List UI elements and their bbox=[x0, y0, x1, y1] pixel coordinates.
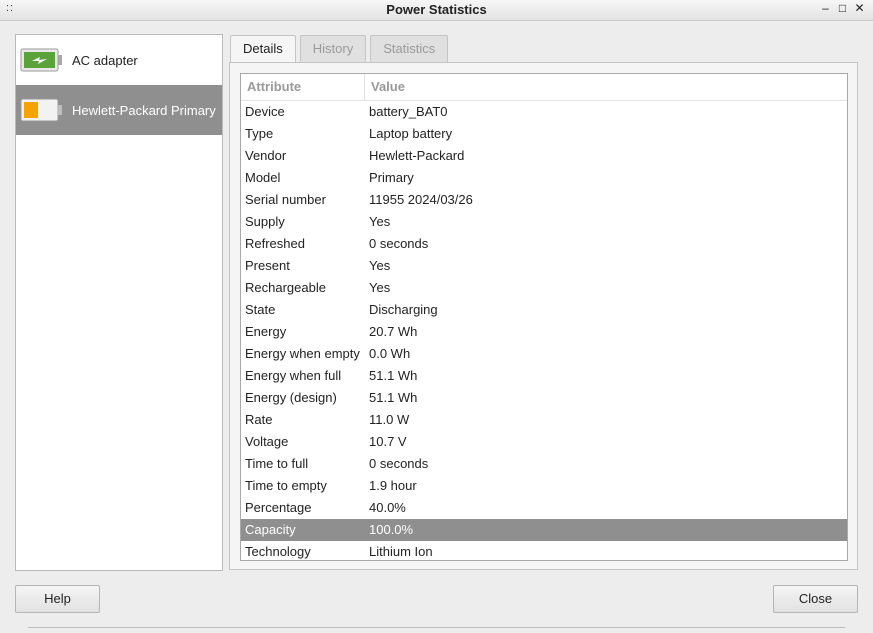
table-row[interactable]: Voltage 10.7 V bbox=[241, 431, 847, 453]
value-cell: Yes bbox=[369, 280, 391, 295]
value-cell: 0 seconds bbox=[369, 236, 429, 251]
ac-adapter-icon bbox=[20, 46, 64, 74]
attribute-cell: Type bbox=[245, 126, 274, 141]
close-window-icon[interactable]: ✕ bbox=[854, 1, 865, 15]
value-cell: 10.7 V bbox=[369, 434, 407, 449]
window-controls: ‒ □ ✕ bbox=[820, 1, 865, 15]
table-row[interactable]: Capacity 100.0% bbox=[241, 519, 847, 541]
maximize-icon[interactable]: □ bbox=[837, 1, 848, 15]
value-cell: Primary bbox=[369, 170, 414, 185]
table-row[interactable]: Present Yes bbox=[241, 255, 847, 277]
title-bar: :: Power Statistics ‒ □ ✕ bbox=[0, 0, 873, 21]
device-list: AC adapter Hewlett-Packard Primary bbox=[15, 34, 223, 571]
attribute-cell: Capacity bbox=[245, 522, 296, 537]
table-row[interactable]: Model Primary bbox=[241, 167, 847, 189]
value-cell: Lithium Ion bbox=[369, 544, 433, 559]
value-cell: 0.0 Wh bbox=[369, 346, 411, 361]
value-cell: Discharging bbox=[369, 302, 438, 317]
value-cell: Yes bbox=[369, 214, 391, 229]
table-row[interactable]: Energy when full 51.1 Wh bbox=[241, 365, 847, 387]
minimize-icon[interactable]: ‒ bbox=[820, 1, 831, 15]
table-row[interactable]: Refreshed 0 seconds bbox=[241, 233, 847, 255]
table-row[interactable]: Energy when empty 0.0 Wh bbox=[241, 343, 847, 365]
column-header-value[interactable]: Value bbox=[365, 74, 847, 100]
close-button[interactable]: Close bbox=[773, 585, 858, 613]
column-header-attribute[interactable]: Attribute bbox=[241, 74, 365, 100]
device-item-ac-adapter[interactable]: AC adapter bbox=[16, 35, 222, 85]
attribute-cell: Serial number bbox=[245, 192, 326, 207]
tab-history[interactable]: History bbox=[299, 35, 367, 62]
value-cell: 51.1 Wh bbox=[369, 390, 418, 405]
attribute-cell: Voltage bbox=[245, 434, 289, 449]
value-cell: 11955 2024/03/26 bbox=[369, 192, 473, 207]
value-cell: 20.7 Wh bbox=[369, 324, 418, 339]
attribute-cell: Time to full bbox=[245, 456, 309, 471]
table-row[interactable]: Energy (design) 51.1 Wh bbox=[241, 387, 847, 409]
table-row[interactable]: Device battery_BAT0 bbox=[241, 101, 847, 123]
attribute-cell: Supply bbox=[245, 214, 285, 229]
tab-statistics[interactable]: Statistics bbox=[370, 35, 449, 62]
table-row[interactable]: Serial number 11955 2024/03/26 bbox=[241, 189, 847, 211]
attribute-cell: State bbox=[245, 302, 276, 317]
table-row[interactable]: Rate 11.0 W bbox=[241, 409, 847, 431]
table-header: Attribute Value bbox=[241, 74, 847, 101]
device-item-battery[interactable]: Hewlett-Packard Primary bbox=[16, 85, 222, 135]
window-title: Power Statistics bbox=[386, 2, 487, 17]
table-row[interactable]: Supply Yes bbox=[241, 211, 847, 233]
attribute-cell: Refreshed bbox=[245, 236, 305, 251]
details-panel: Attribute Value Device battery_BAT0 Type La… bbox=[229, 62, 858, 570]
attribute-cell: Energy (design) bbox=[245, 390, 337, 405]
table-body: Device battery_BAT0 Type Laptop battery Vend… bbox=[241, 101, 847, 560]
value-cell: 1.9 hour bbox=[369, 478, 417, 493]
table-row[interactable]: Time to full 0 seconds bbox=[241, 453, 847, 475]
attribute-cell: Device bbox=[245, 104, 285, 119]
device-label: AC adapter bbox=[72, 52, 138, 68]
attribute-cell: Time to empty bbox=[245, 478, 327, 493]
value-cell: Hewlett-Packard bbox=[369, 148, 465, 163]
attribute-cell: Rechargeable bbox=[245, 280, 326, 295]
value-cell: 51.1 Wh bbox=[369, 368, 418, 383]
value-cell: 0 seconds bbox=[369, 456, 429, 471]
table-row[interactable]: Rechargeable Yes bbox=[241, 277, 847, 299]
divider bbox=[28, 627, 845, 628]
attribute-cell: Energy bbox=[245, 324, 287, 339]
table-row[interactable]: Vendor Hewlett-Packard bbox=[241, 145, 847, 167]
attribute-cell: Rate bbox=[245, 412, 273, 427]
table-row[interactable]: Time to empty 1.9 hour bbox=[241, 475, 847, 497]
attribute-cell: Percentage bbox=[245, 500, 312, 515]
attribute-cell: Technology bbox=[245, 544, 311, 559]
table-row[interactable]: Technology Lithium Ion bbox=[241, 541, 847, 560]
table-row[interactable]: Percentage 40.0% bbox=[241, 497, 847, 519]
device-label: Hewlett-Packard Primary bbox=[72, 102, 216, 118]
attribute-cell: Energy when empty bbox=[245, 346, 360, 361]
table-row[interactable]: State Discharging bbox=[241, 299, 847, 321]
value-cell: Laptop battery bbox=[369, 126, 453, 141]
tab-details[interactable]: Details bbox=[230, 35, 296, 64]
tab-bar: Details History Statistics bbox=[230, 35, 449, 64]
table-row[interactable]: Type Laptop battery bbox=[241, 123, 847, 145]
battery-icon bbox=[20, 96, 64, 124]
value-cell: 100.0% bbox=[369, 522, 414, 537]
details-table[interactable]: Attribute Value Device battery_BAT0 Type La… bbox=[240, 73, 848, 561]
help-button[interactable]: Help bbox=[15, 585, 100, 613]
attribute-cell: Vendor bbox=[245, 148, 287, 163]
value-cell: Yes bbox=[369, 258, 391, 273]
attribute-cell: Model bbox=[245, 170, 281, 185]
value-cell: 40.0% bbox=[369, 500, 406, 515]
attribute-cell: Present bbox=[245, 258, 290, 273]
table-row[interactable]: Energy 20.7 Wh bbox=[241, 321, 847, 343]
attribute-cell: Energy when full bbox=[245, 368, 342, 383]
value-cell: 11.0 W bbox=[369, 412, 410, 427]
value-cell: battery_BAT0 bbox=[369, 104, 448, 119]
